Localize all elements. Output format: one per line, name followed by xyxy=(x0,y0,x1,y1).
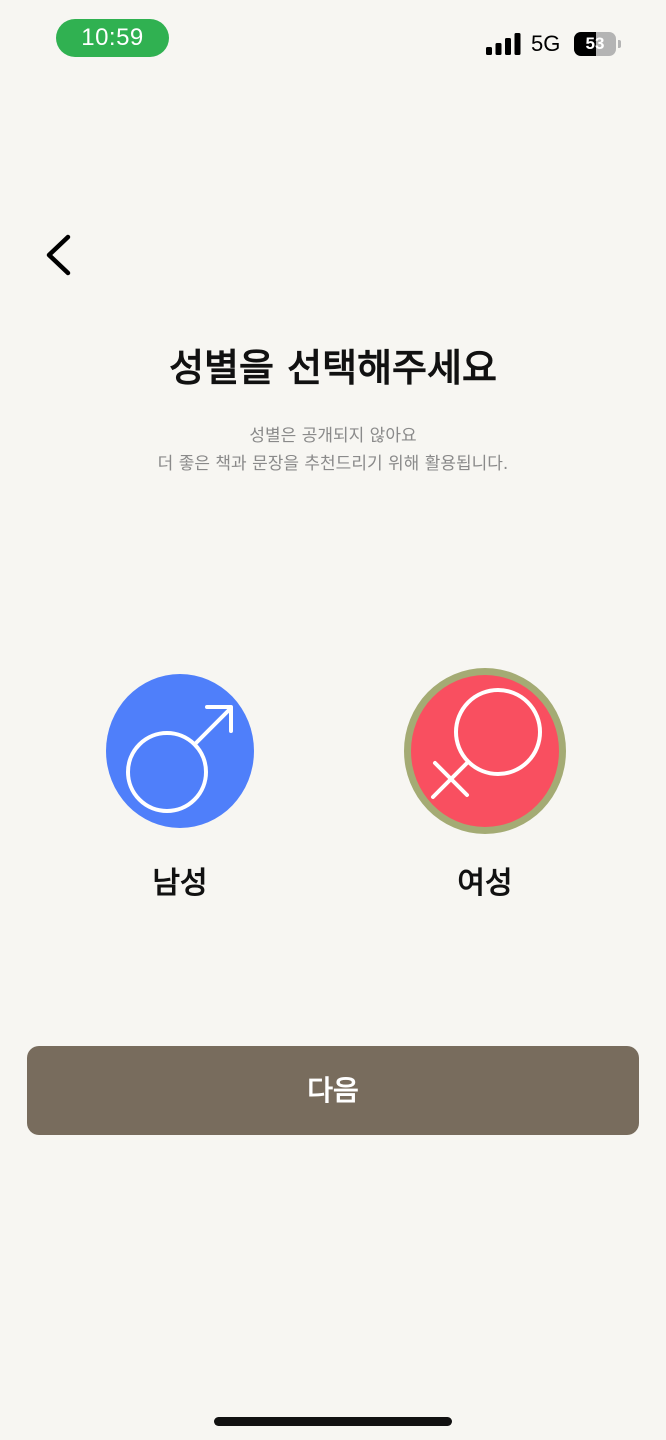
network-type: 5G xyxy=(531,31,561,56)
gender-option-male[interactable]: 남성 xyxy=(100,668,260,913)
male-label: 남성 xyxy=(152,866,208,901)
subtitle-line-2: 더 좋은 책과 문장을 추천드리기 위해 활용됩니다. xyxy=(157,454,509,474)
battery-level: 53 xyxy=(585,34,605,53)
home-indicator xyxy=(214,1417,452,1426)
status-time: 10:59 xyxy=(56,19,169,57)
page-subtitle: 성별은 공개되지 않아요 더 좋은 책과 문장을 추천드리기 위해 활용됩니다. xyxy=(0,422,666,478)
subtitle-line-1: 성별은 공개되지 않아요 xyxy=(249,426,417,446)
female-symbol-icon xyxy=(431,688,542,799)
male-symbol-icon xyxy=(126,705,233,813)
status-bar: 10:59 5G 53 xyxy=(0,0,666,80)
male-circle[interactable] xyxy=(106,674,254,828)
next-button[interactable]: 다음 xyxy=(27,1046,639,1135)
female-label: 여성 xyxy=(457,866,513,901)
female-circle[interactable] xyxy=(404,668,566,834)
cellular-signal-icon xyxy=(486,33,521,55)
page-title: 성별을 선택해주세요 xyxy=(169,346,497,390)
back-button[interactable] xyxy=(36,228,84,284)
gender-option-female[interactable]: 여성 xyxy=(400,668,570,913)
chevron-left-icon xyxy=(46,234,71,276)
battery-icon: 53 xyxy=(574,32,622,56)
